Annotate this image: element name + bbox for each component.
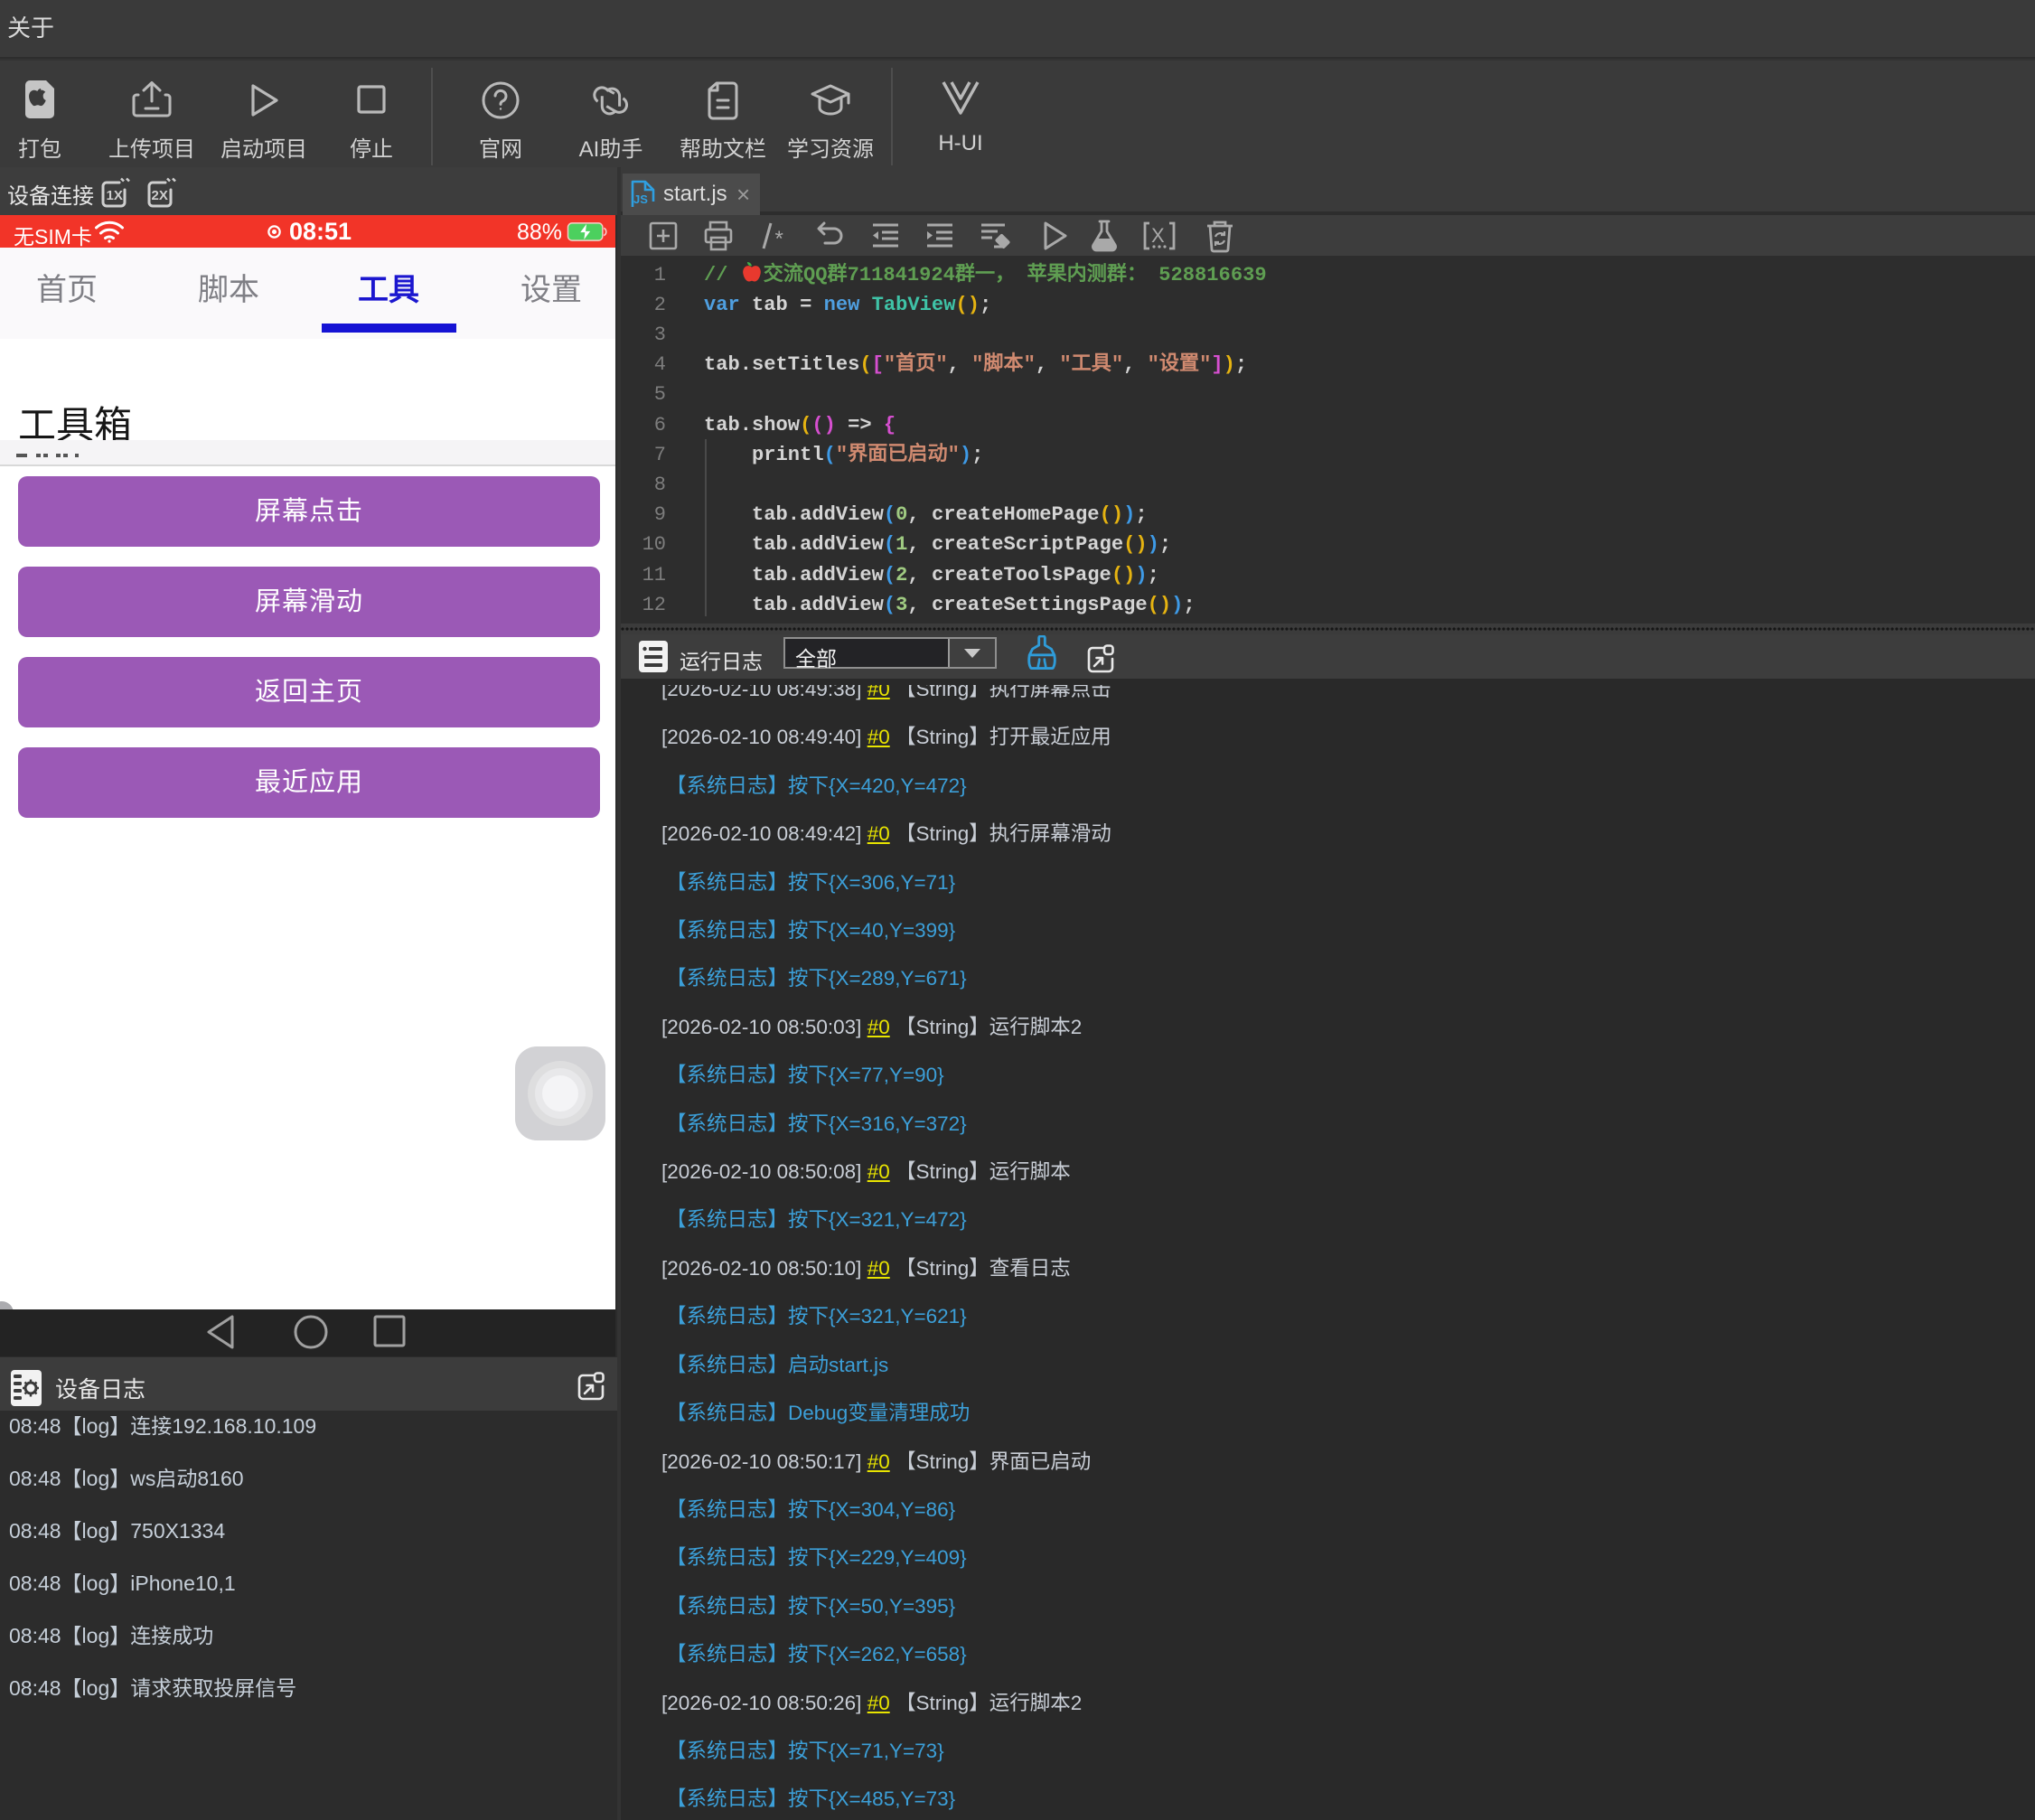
- svg-text:X: X: [1151, 224, 1165, 247]
- svg-text:2X: 2X: [152, 188, 168, 203]
- svg-text:JS: JS: [633, 192, 648, 206]
- svg-text:*: *: [773, 230, 785, 252]
- svg-text:1X: 1X: [107, 188, 123, 203]
